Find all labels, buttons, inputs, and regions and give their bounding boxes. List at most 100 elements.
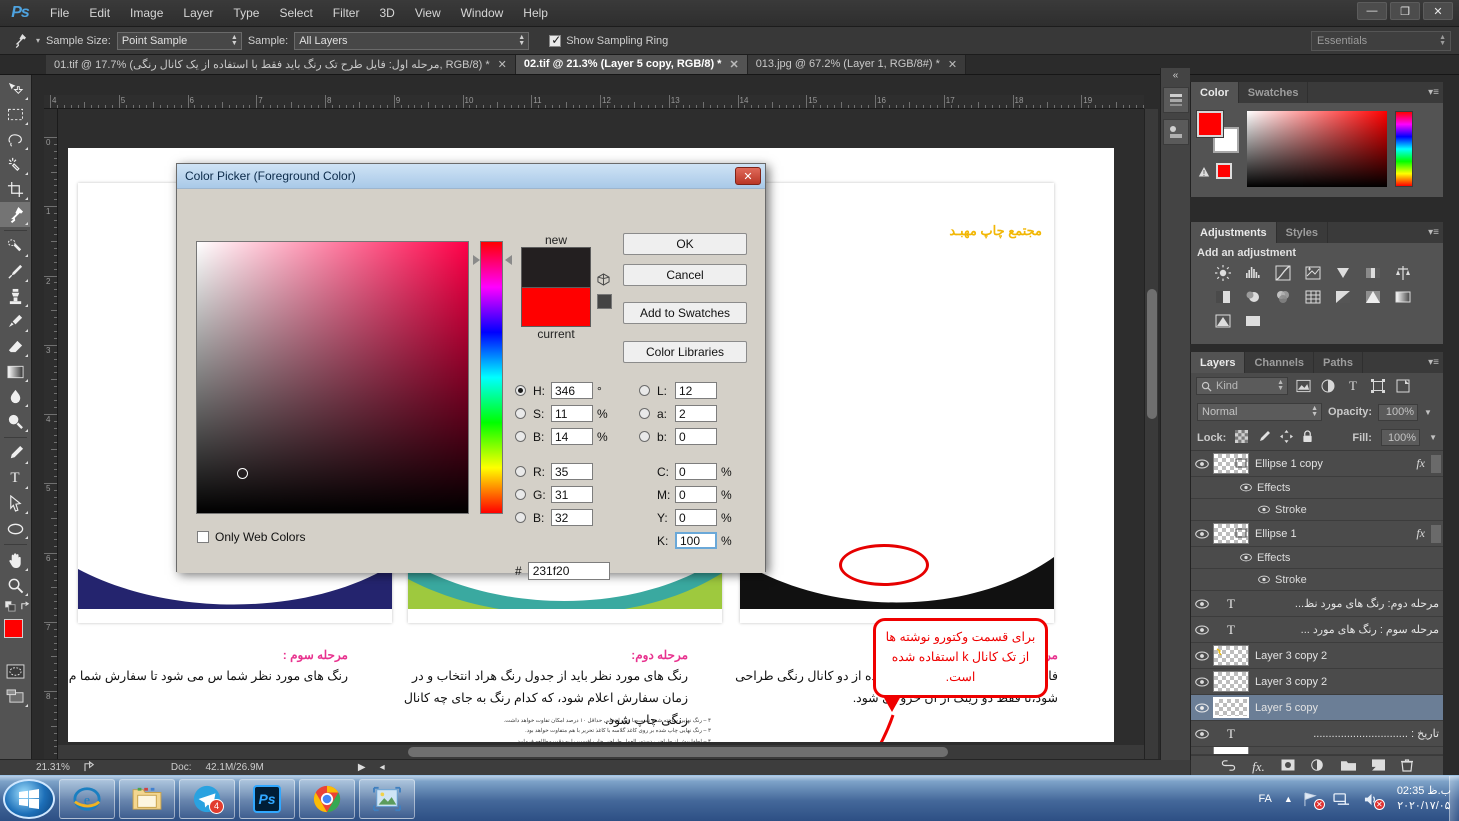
windows-start-icon[interactable] bbox=[3, 778, 55, 819]
only-web-colors-checkbox[interactable]: Only Web Colors bbox=[197, 530, 305, 544]
layer-name[interactable]: Ellipse 1 copy bbox=[1255, 458, 1416, 470]
brush-tool[interactable] bbox=[0, 259, 30, 284]
exposure-icon[interactable] bbox=[1303, 264, 1323, 282]
foreground-swatch[interactable] bbox=[1196, 110, 1224, 138]
layer-name[interactable]: Layer 3 copy 2 bbox=[1255, 650, 1443, 662]
table-row-partial[interactable] bbox=[1191, 747, 1443, 755]
gradient-map-icon[interactable] bbox=[1393, 288, 1413, 306]
magenta-input[interactable]: 0 bbox=[675, 486, 717, 503]
table-row[interactable]: Layer 3 copy 2 bbox=[1191, 669, 1443, 695]
hue-slider-left-handle-icon[interactable] bbox=[473, 255, 480, 265]
brightness-radio[interactable] bbox=[515, 431, 526, 442]
new-group-icon[interactable] bbox=[1340, 759, 1356, 774]
black-input[interactable]: 100 bbox=[675, 532, 717, 549]
sample-size-select[interactable]: Point Sample ▲ ▼ bbox=[116, 31, 242, 50]
lock-transparency-icon[interactable] bbox=[1235, 429, 1249, 446]
panel-menu-icon[interactable]: ▾≡ bbox=[1428, 87, 1439, 98]
saturation-input[interactable]: 11 bbox=[551, 405, 593, 422]
table-row[interactable]: Ellipse 1 fx bbox=[1191, 521, 1443, 547]
menu-view[interactable]: View bbox=[405, 2, 451, 24]
lightness-radio[interactable] bbox=[639, 385, 650, 396]
close-icon[interactable]: ✕ bbox=[729, 58, 738, 71]
visibility-eye-icon[interactable] bbox=[1191, 651, 1213, 661]
blue-input[interactable]: 32 bbox=[551, 509, 593, 526]
lab-a-input[interactable]: 2 bbox=[675, 405, 717, 422]
green-radio[interactable] bbox=[515, 489, 526, 500]
menu-file[interactable]: File bbox=[40, 2, 79, 24]
red-field-row[interactable]: R: 35 bbox=[515, 460, 609, 483]
gradient-tool[interactable] bbox=[0, 359, 30, 384]
panel-scrollbar-thumb[interactable] bbox=[1431, 454, 1441, 473]
foreground-color-swatch[interactable] bbox=[4, 619, 23, 638]
add-layer-style-icon[interactable]: fx. bbox=[1252, 759, 1265, 775]
layer-thumbnail[interactable] bbox=[1213, 645, 1249, 666]
blue-field-row[interactable]: B: 32 bbox=[515, 506, 609, 529]
hue-field-row[interactable]: H: 346 ° bbox=[515, 379, 609, 402]
lab-a-field-row[interactable]: a: 2 bbox=[639, 402, 733, 425]
curves-icon[interactable] bbox=[1273, 264, 1293, 282]
crop-tool[interactable] bbox=[0, 177, 30, 202]
black-field-row[interactable]: K: 100 % bbox=[639, 529, 733, 552]
layer-name[interactable]: تاریخ : ............................... bbox=[1249, 727, 1443, 740]
tab-swatches[interactable]: Swatches bbox=[1239, 82, 1309, 103]
lab-b-input[interactable]: 0 bbox=[675, 428, 717, 445]
canvas-vertical-scrollbar[interactable] bbox=[1144, 109, 1158, 760]
yellow-field-row[interactable]: Y: 0 % bbox=[639, 506, 733, 529]
blur-tool[interactable] bbox=[0, 384, 30, 409]
hue-saturation-icon[interactable] bbox=[1363, 264, 1383, 282]
eyedropper-tool[interactable] bbox=[0, 202, 30, 227]
color-picker-dialog[interactable]: Color Picker (Foreground Color) ✕ new cu… bbox=[176, 163, 929, 586]
table-row[interactable]: Layer 3 copy 2 bbox=[1191, 643, 1443, 669]
spot-healing-brush-tool[interactable] bbox=[0, 234, 30, 259]
close-button[interactable]: ✕ bbox=[1423, 2, 1453, 20]
hex-row[interactable]: # 231f20 bbox=[515, 562, 610, 580]
show-desktop-button[interactable] bbox=[1449, 776, 1459, 821]
visibility-eye-icon[interactable] bbox=[1253, 575, 1275, 584]
restore-button[interactable]: ❐ bbox=[1390, 2, 1420, 20]
swap-colors-icon[interactable] bbox=[20, 601, 31, 615]
delete-layer-icon[interactable] bbox=[1400, 758, 1413, 775]
layer-effects-icon[interactable]: fx bbox=[1416, 456, 1431, 471]
green-field-row[interactable]: G: 31 bbox=[515, 483, 609, 506]
tab-styles[interactable]: Styles bbox=[1277, 222, 1329, 243]
selective-color-icon[interactable] bbox=[1213, 312, 1233, 330]
clone-stamp-tool[interactable] bbox=[0, 284, 30, 309]
tab-adjustments[interactable]: Adjustments bbox=[1191, 222, 1277, 243]
visibility-eye-icon[interactable] bbox=[1235, 483, 1257, 492]
lasso-tool[interactable] bbox=[0, 127, 30, 152]
quick-mask-mode-button[interactable] bbox=[0, 659, 30, 684]
type-filter-icon[interactable]: T bbox=[1343, 377, 1363, 395]
file-explorer-icon[interactable] bbox=[119, 778, 175, 819]
layer-name[interactable]: Layer 3 copy 2 bbox=[1255, 676, 1443, 688]
google-chrome-icon[interactable] bbox=[299, 778, 355, 819]
table-row[interactable]: T مرحله دوم: رنگ های مورد نظ... bbox=[1191, 591, 1443, 617]
cyan-input[interactable]: 0 bbox=[675, 463, 717, 480]
layer-thumbnail[interactable] bbox=[1213, 523, 1249, 544]
workspace-selector[interactable]: Essentials ▲ ▼ bbox=[1311, 31, 1451, 51]
brightness-contrast-icon[interactable] bbox=[1213, 264, 1233, 282]
color-marker-icon[interactable] bbox=[237, 468, 248, 479]
red-input[interactable]: 35 bbox=[551, 463, 593, 480]
channel-mixer-icon[interactable] bbox=[1273, 288, 1293, 306]
fill-chevron-icon[interactable]: ▼ bbox=[1429, 433, 1437, 442]
table-row[interactable]: Ellipse 1 copy fx bbox=[1191, 451, 1443, 477]
share-icon[interactable] bbox=[84, 760, 97, 775]
lightness-field-row[interactable]: L: 12 bbox=[639, 379, 733, 402]
tool-preset-chevron-icon[interactable]: ▾ bbox=[36, 36, 40, 45]
visibility-eye-icon[interactable] bbox=[1191, 729, 1213, 739]
layer-effect-stroke[interactable]: Stroke bbox=[1191, 569, 1443, 591]
close-icon[interactable]: ✕ bbox=[498, 58, 507, 71]
tab-layers[interactable]: Layers bbox=[1191, 352, 1246, 373]
hue-slider-right-handle-icon[interactable] bbox=[505, 255, 512, 265]
layer-name[interactable]: Ellipse 1 bbox=[1255, 528, 1416, 540]
tab-channels[interactable]: Channels bbox=[1245, 352, 1314, 373]
magenta-field-row[interactable]: M: 0 % bbox=[639, 483, 733, 506]
history-brush-tool[interactable] bbox=[0, 309, 30, 334]
shape-filter-icon[interactable] bbox=[1368, 377, 1388, 395]
saturation-brightness-field[interactable] bbox=[196, 241, 469, 514]
visibility-eye-icon[interactable] bbox=[1235, 553, 1257, 562]
table-row[interactable]: T تاریخ : ..............................… bbox=[1191, 721, 1443, 747]
ellipse-tool[interactable] bbox=[0, 516, 30, 541]
default-colors-icon[interactable] bbox=[4, 600, 16, 615]
pixel-filter-icon[interactable] bbox=[1293, 377, 1313, 395]
